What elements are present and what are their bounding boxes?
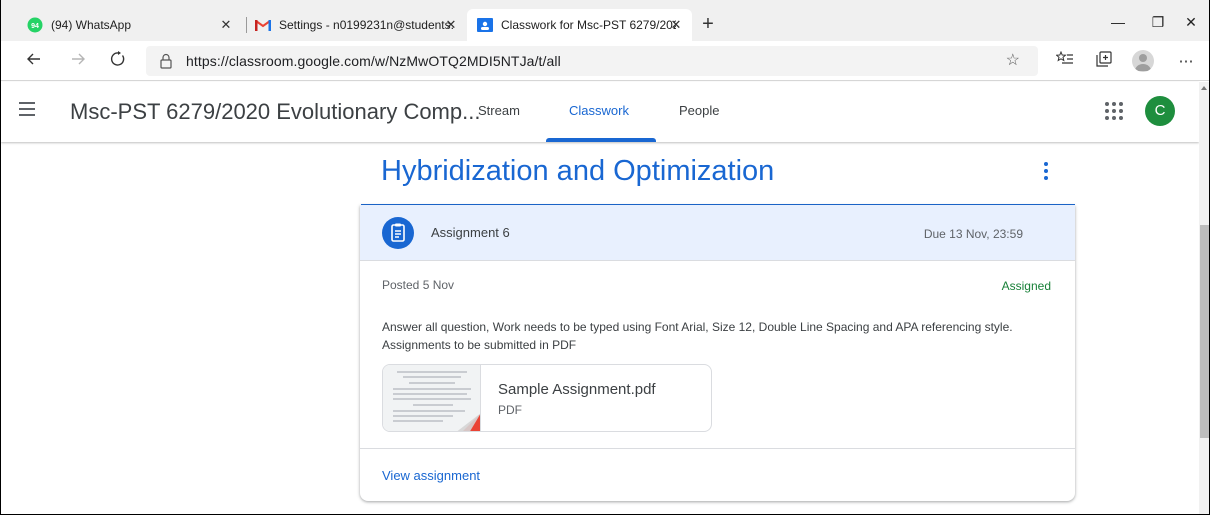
svg-text:94: 94 (31, 23, 39, 30)
arrow-right-icon (72, 53, 85, 65)
new-tab-button[interactable]: + (698, 14, 718, 35)
tab-settings[interactable]: Settings - n0199231n@students. ✕ (245, 9, 467, 41)
url-bar[interactable]: https://classroom.google.com/w/NzMwOTQ2M… (146, 46, 1038, 76)
arrow-left-icon (27, 53, 40, 65)
whatsapp-icon: 94 (27, 17, 43, 33)
active-tab-indicator (546, 138, 656, 142)
card-divider (360, 448, 1075, 449)
favorites-icon[interactable] (1054, 50, 1076, 73)
attachment-type: PDF (498, 403, 522, 417)
scrollbar-thumb[interactable] (1200, 225, 1209, 438)
back-button[interactable] (23, 50, 45, 72)
close-window-button[interactable]: ✕ (1171, 10, 1209, 34)
tab-whatsapp[interactable]: 94 (94) WhatsApp ✕ (17, 9, 242, 41)
google-apps-icon[interactable] (1105, 102, 1123, 120)
assignment-card: Assignment 6 Due 13 Nov, 23:59 Posted 5 … (360, 205, 1075, 501)
tab-people[interactable]: People (679, 103, 719, 118)
tab-label: Settings - n0199231n@students. (279, 18, 454, 32)
forward-button[interactable] (67, 50, 89, 72)
attachment-card[interactable]: Sample Assignment.pdf PDF (382, 364, 712, 432)
browser-window: 94 (94) WhatsApp ✕ Settings - n0199231n@… (0, 0, 1210, 515)
topic-title: Hybridization and Optimization (381, 155, 775, 187)
address-bar-row: https://classroom.google.com/w/NzMwOTQ2M… (1, 41, 1209, 81)
assignment-header[interactable]: Assignment 6 Due 13 Nov, 23:59 (360, 205, 1075, 261)
assignment-description: Answer all question, Work needs to be ty… (382, 320, 1013, 352)
scroll-up-arrow-icon[interactable] (1201, 86, 1207, 90)
refresh-button[interactable] (107, 50, 129, 72)
pdf-corner-icon (457, 413, 480, 431)
refresh-icon (110, 51, 125, 66)
tab-label: Classwork for Msc-PST 6279/202 (501, 18, 676, 32)
assignment-icon (382, 217, 414, 249)
lock-icon (158, 53, 174, 69)
account-avatar[interactable]: C (1145, 96, 1175, 126)
tab-classwork[interactable]: Classwork (569, 103, 629, 118)
topic-options-icon[interactable] (1042, 162, 1050, 180)
status-badge: Assigned (1001, 279, 1051, 293)
tab-classroom[interactable]: Classwork for Msc-PST 6279/202 ✕ (467, 9, 692, 41)
due-date: Due 13 Nov, 23:59 (923, 227, 1023, 241)
url-text[interactable]: https://classroom.google.com/w/NzMwOTQ2M… (186, 53, 561, 69)
minimize-button[interactable]: — (1098, 10, 1138, 34)
pdf-thumbnail (383, 365, 481, 431)
tab-close-icon[interactable]: ✕ (443, 17, 459, 33)
menu-icon[interactable] (19, 102, 35, 116)
tab-close-icon[interactable]: ✕ (218, 17, 234, 33)
collections-icon[interactable] (1093, 51, 1115, 73)
tab-close-icon[interactable]: ✕ (668, 17, 684, 33)
tab-stream[interactable]: Stream (478, 103, 520, 118)
profile-avatar-icon[interactable] (1132, 50, 1154, 72)
posted-date: Posted 5 Nov (382, 278, 455, 292)
attachment-name[interactable]: Sample Assignment.pdf (498, 381, 656, 398)
class-title[interactable]: Msc-PST 6279/2020 Evolutionary Comp... (70, 99, 480, 125)
assignment-title: Assignment 6 (431, 225, 510, 240)
tab-label: (94) WhatsApp (51, 18, 132, 32)
more-menu-icon[interactable]: ⋯ (1175, 51, 1197, 73)
gmail-icon (255, 17, 271, 33)
classroom-header: Msc-PST 6279/2020 Evolutionary Comp... S… (1, 82, 1199, 142)
star-icon[interactable]: ☆ (1006, 50, 1020, 70)
view-assignment-link[interactable]: View assignment (382, 468, 480, 483)
classroom-icon (477, 17, 493, 33)
tab-strip: 94 (94) WhatsApp ✕ Settings - n0199231n@… (1, 0, 1209, 41)
